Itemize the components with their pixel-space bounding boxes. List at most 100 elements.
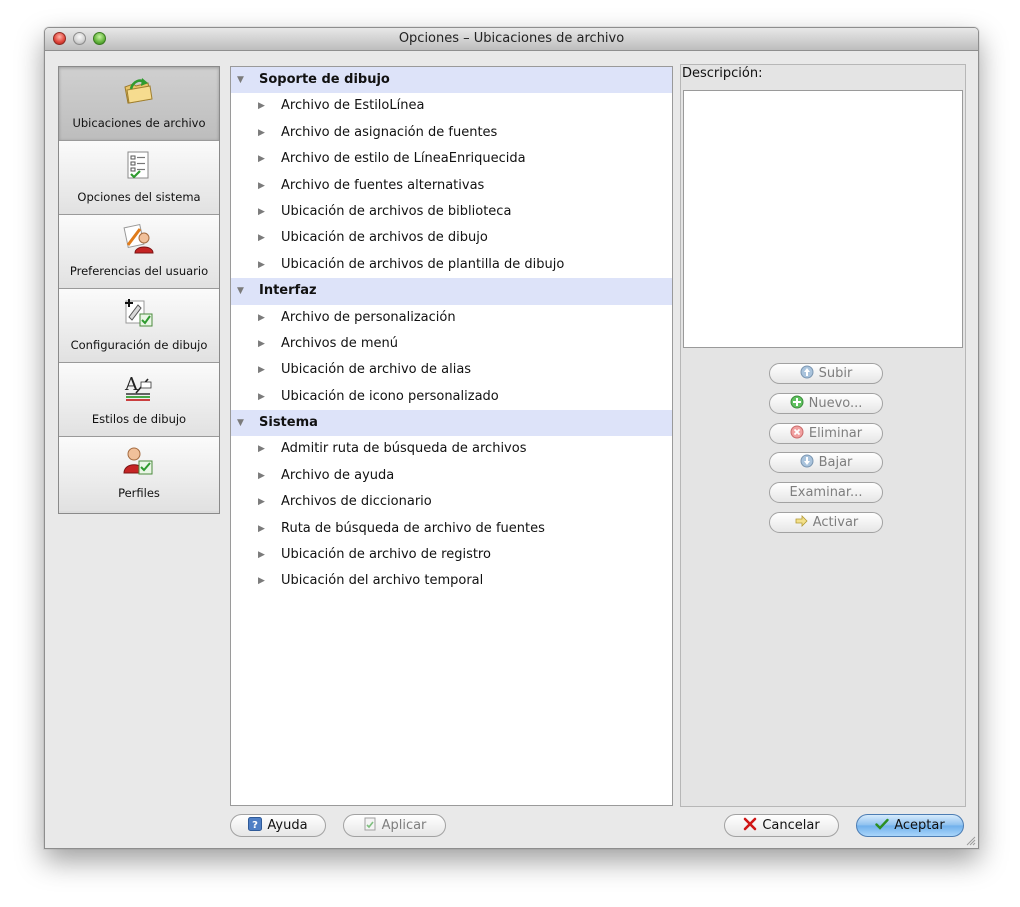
move-up-label: Subir bbox=[818, 366, 853, 381]
folder-arrow-icon bbox=[124, 78, 153, 104]
accept-label: Aceptar bbox=[894, 818, 945, 833]
disclosure-right-icon[interactable]: ▶ bbox=[258, 146, 265, 172]
disclosure-right-icon[interactable]: ▶ bbox=[258, 463, 265, 489]
category-configuracion-dibujo[interactable]: Configuración de dibujo bbox=[59, 289, 219, 363]
disclosure-right-icon[interactable]: ▶ bbox=[258, 305, 265, 331]
tree-item-label: Archivo de EstiloLínea bbox=[281, 98, 425, 114]
disclosure-right-icon[interactable]: ▶ bbox=[258, 384, 265, 410]
activate-button[interactable]: Activar bbox=[769, 512, 883, 533]
tree-item[interactable]: ▶ Archivos de diccionario bbox=[231, 489, 672, 515]
arrow-up-icon bbox=[800, 365, 814, 379]
help-label: Ayuda bbox=[267, 818, 308, 833]
disclosure-right-icon[interactable]: ▶ bbox=[258, 357, 265, 383]
tree-item-label: Ubicación de archivos de biblioteca bbox=[281, 203, 512, 219]
tree-item[interactable]: ▶ Ubicación de archivos de plantilla de d… bbox=[231, 252, 672, 278]
move-down-label: Bajar bbox=[818, 455, 853, 470]
browse-button[interactable]: Examinar... bbox=[769, 482, 883, 503]
disclosure-right-icon[interactable]: ▶ bbox=[258, 516, 265, 542]
tree-item-label: Archivos de diccionario bbox=[281, 494, 432, 510]
disclosure-right-icon[interactable]: ▶ bbox=[258, 173, 265, 199]
tree-item[interactable]: ▶ Ubicación de icono personalizado bbox=[231, 384, 672, 410]
arrow-down-icon bbox=[800, 454, 814, 468]
tree-item-label: Ubicación de archivos de plantilla de di… bbox=[281, 256, 565, 272]
tree-item[interactable]: ▶ Archivos de menú bbox=[231, 331, 672, 357]
category-label: Preferencias del usuario bbox=[69, 264, 209, 278]
category-estilos-dibujo[interactable]: A Estilos de dibujo bbox=[59, 363, 219, 437]
accept-button[interactable]: Aceptar bbox=[856, 814, 964, 837]
tree-item-label: Ubicación de archivos de dibujo bbox=[281, 230, 488, 246]
disclosure-right-icon[interactable]: ▶ bbox=[258, 542, 265, 568]
tree-item[interactable]: ▶ Archivo de personalización bbox=[231, 305, 672, 331]
checkmark-icon bbox=[875, 818, 889, 830]
disclosure-down-icon[interactable]: ▼ bbox=[237, 67, 244, 93]
move-up-button[interactable]: Subir bbox=[769, 363, 883, 384]
tree-item[interactable]: ▶ Archivo de fuentes alternativas bbox=[231, 173, 672, 199]
category-perfiles[interactable]: Perfiles bbox=[59, 437, 219, 511]
tree-item[interactable]: ▶ Admitir ruta de búsqueda de archivos bbox=[231, 436, 672, 462]
disclosure-right-icon[interactable]: ▶ bbox=[258, 199, 265, 225]
disclosure-right-icon[interactable]: ▶ bbox=[258, 252, 265, 278]
text-style-icon: A bbox=[124, 374, 152, 401]
tree-group-soporte-dibujo[interactable]: ▼ Soporte de dibujo bbox=[231, 67, 672, 94]
tree-group-label: Soporte de dibujo bbox=[259, 72, 390, 87]
tree-group-label: Interfaz bbox=[259, 283, 317, 299]
cancel-button[interactable]: Cancelar bbox=[724, 814, 839, 837]
tree-item[interactable]: ▶ Archivo de EstiloLínea bbox=[231, 93, 672, 119]
tree-group-sistema[interactable]: ▼ Sistema bbox=[231, 410, 672, 437]
category-opciones-sistema[interactable]: Opciones del sistema bbox=[59, 141, 219, 215]
svg-text:?: ? bbox=[253, 820, 259, 831]
apply-icon bbox=[364, 817, 376, 831]
category-list: Ubicaciones de archivo Opciones del sist… bbox=[58, 66, 220, 514]
tree-item-label: Archivo de personalización bbox=[281, 309, 456, 325]
tree-item[interactable]: ▶ Ubicación del archivo temporal bbox=[231, 568, 672, 594]
disclosure-down-icon[interactable]: ▼ bbox=[237, 410, 244, 436]
disclosure-right-icon[interactable]: ▶ bbox=[258, 436, 265, 462]
help-button[interactable]: ? Ayuda bbox=[230, 814, 326, 837]
tree-item[interactable]: ▶ Ubicación de archivo de alias bbox=[231, 357, 672, 383]
description-text-area bbox=[683, 90, 963, 348]
title-bar[interactable]: Opciones – Ubicaciones de archivo bbox=[45, 28, 978, 51]
category-label: Opciones del sistema bbox=[77, 190, 201, 204]
tree-item-label: Admitir ruta de búsqueda de archivos bbox=[281, 441, 527, 457]
disclosure-right-icon[interactable]: ▶ bbox=[258, 225, 265, 251]
tree-item-label: Archivos de menú bbox=[281, 335, 399, 351]
disclosure-right-icon[interactable]: ▶ bbox=[258, 120, 265, 146]
profile-user-icon bbox=[123, 447, 153, 475]
tree-item[interactable]: ▶ Archivo de asignación de fuentes bbox=[231, 120, 672, 146]
new-button[interactable]: Nuevo... bbox=[769, 393, 883, 414]
tree-item-label: Archivo de estilo de LíneaEnriquecida bbox=[281, 151, 526, 167]
tree-group-interfaz[interactable]: ▼ Interfaz bbox=[231, 278, 672, 305]
tree-item-label: Archivo de asignación de fuentes bbox=[281, 124, 498, 140]
move-down-button[interactable]: Bajar bbox=[769, 452, 883, 473]
checklist-icon bbox=[127, 151, 149, 179]
apply-button[interactable]: Aplicar bbox=[343, 814, 446, 837]
delete-button[interactable]: Eliminar bbox=[769, 423, 883, 444]
file-locations-tree[interactable]: ▼ Soporte de dibujo ▶ Archivo de EstiloLí… bbox=[230, 66, 673, 806]
tree-item[interactable]: ▶ Archivo de estilo de LíneaEnriquecida bbox=[231, 146, 672, 172]
new-label: Nuevo... bbox=[808, 396, 863, 411]
disclosure-right-icon[interactable]: ▶ bbox=[258, 93, 265, 119]
tree-item-label: Ruta de búsqueda de archivo de fuentes bbox=[281, 520, 545, 536]
browse-label: Examinar... bbox=[789, 485, 863, 500]
disclosure-down-icon[interactable]: ▼ bbox=[237, 278, 244, 304]
help-icon: ? bbox=[248, 817, 263, 831]
tree-item[interactable]: ▶ Archivo de ayuda bbox=[231, 463, 672, 489]
category-ubicaciones-archivo[interactable]: Ubicaciones de archivo bbox=[59, 67, 219, 141]
disclosure-right-icon[interactable]: ▶ bbox=[258, 331, 265, 357]
category-label: Estilos de dibujo bbox=[91, 412, 187, 426]
delete-icon bbox=[790, 425, 804, 439]
resize-grip-icon[interactable] bbox=[964, 834, 976, 846]
options-window: Opciones – Ubicaciones de archivo Ubicac… bbox=[44, 27, 979, 849]
cancel-x-icon bbox=[744, 817, 757, 831]
tree-group-label: Sistema bbox=[259, 415, 318, 431]
tree-item[interactable]: ▶ Ubicación de archivos de biblioteca bbox=[231, 199, 672, 225]
tree-item[interactable]: ▶ Ubicación de archivo de registro bbox=[231, 542, 672, 568]
tree-item-label: Ubicación de archivo de alias bbox=[281, 362, 472, 378]
category-preferencias-usuario[interactable]: Preferencias del usuario bbox=[59, 215, 219, 289]
category-label: Ubicaciones de archivo bbox=[72, 116, 206, 130]
disclosure-right-icon[interactable]: ▶ bbox=[258, 489, 265, 515]
tree-item[interactable]: ▶ Ruta de búsqueda de archivo de fuentes bbox=[231, 516, 672, 542]
disclosure-right-icon[interactable]: ▶ bbox=[258, 568, 265, 594]
tree-item[interactable]: ▶ Ubicación de archivos de dibujo bbox=[231, 225, 672, 251]
tree-item-label: Archivo de fuentes alternativas bbox=[281, 177, 485, 193]
